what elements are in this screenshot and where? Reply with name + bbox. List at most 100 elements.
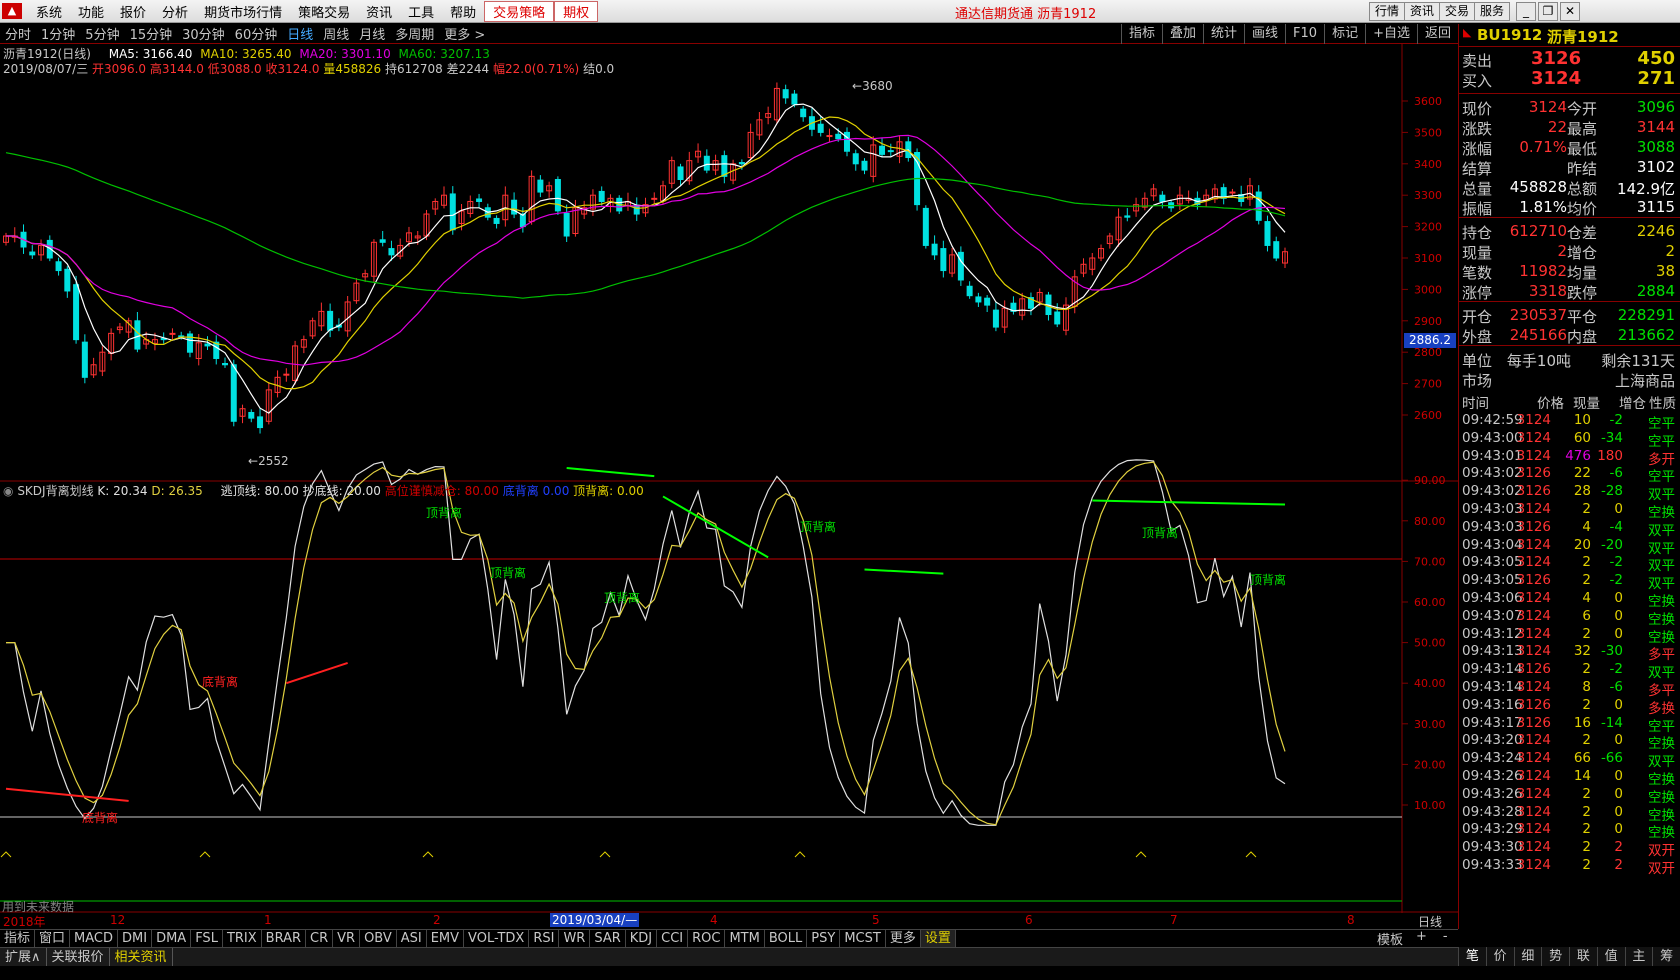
- tick-row[interactable]: 09:43:28 3124 2 0 空换: [1459, 804, 1680, 824]
- tick-row[interactable]: 09:43:05 3126 2 -2 双平: [1459, 572, 1680, 592]
- indicator-tab[interactable]: ROC: [688, 930, 726, 947]
- kline-chart[interactable]: 3600 3500 3400 3300 3200 3100 3000 2900 2800 2700…: [0, 44, 1458, 913]
- period-tab[interactable]: 1分钟: [36, 24, 80, 43]
- tick-row[interactable]: 09:43:16 3126 2 0 多换: [1459, 697, 1680, 717]
- btn-indicator[interactable]: 指标: [1120, 24, 1162, 44]
- indicator-tab[interactable]: BRAR: [262, 930, 307, 947]
- tick-row[interactable]: 09:43:14 3124 8 -6 多平: [1459, 679, 1680, 699]
- indicator-tab[interactable]: 窗口: [35, 930, 71, 947]
- period-tab[interactable]: 月线: [354, 24, 390, 43]
- period-tab[interactable]: 多周期: [390, 24, 439, 43]
- related-quote-tab[interactable]: 关联报价: [47, 948, 110, 966]
- tick-row[interactable]: 09:43:01 3124 476 180 多开: [1459, 448, 1680, 468]
- menu-strategy-trade[interactable]: 策略交易: [290, 2, 358, 21]
- zoom-out-button[interactable]: -: [1435, 929, 1456, 948]
- menu-options[interactable]: 期权: [554, 0, 599, 22]
- btn-draw[interactable]: 画线: [1244, 24, 1285, 44]
- tick-row[interactable]: 09:43:07 3124 6 0 空换: [1459, 608, 1680, 628]
- tick-row[interactable]: 09:43:05 3124 2 -2 双平: [1459, 554, 1680, 574]
- menu-system[interactable]: 系统: [28, 2, 70, 21]
- menu-analysis[interactable]: 分析: [154, 2, 196, 21]
- right-tab[interactable]: 价: [1485, 947, 1514, 966]
- right-tab[interactable]: 值: [1596, 947, 1625, 966]
- indicator-tab[interactable]: DMA: [152, 930, 192, 947]
- indicator-tab[interactable]: ASI: [397, 930, 427, 947]
- indicator-tab[interactable]: OBV: [360, 930, 397, 947]
- right-tab[interactable]: 联: [1569, 947, 1597, 966]
- indicator-tab[interactable]: 设置: [920, 930, 956, 947]
- tick-row[interactable]: 09:43:03 3126 4 -4 双平: [1459, 519, 1680, 539]
- indicator-tab[interactable]: SAR: [590, 930, 626, 947]
- indicator-tab[interactable]: KDJ: [626, 930, 658, 947]
- tick-row[interactable]: 09:43:13 3124 32 -30 多平: [1459, 643, 1680, 663]
- zoom-in-button[interactable]: +: [1408, 929, 1435, 948]
- menu-futures-market[interactable]: 期货市场行情: [196, 2, 290, 21]
- indicator-tab[interactable]: MCST: [840, 930, 886, 947]
- period-tab[interactable]: 周线: [318, 24, 354, 43]
- period-tab[interactable]: 60分钟: [230, 24, 283, 43]
- period-tab[interactable]: 分时: [0, 24, 36, 43]
- close-icon[interactable]: ✕: [1560, 2, 1580, 21]
- expand-tab[interactable]: 扩展∧: [0, 948, 47, 966]
- btn-trade[interactable]: 交易: [1439, 2, 1476, 21]
- related-news-tab[interactable]: 相关资讯: [110, 948, 173, 966]
- tick-row[interactable]: 09:42:59 3124 10 -2 空平: [1459, 412, 1680, 432]
- tick-row[interactable]: 09:43:24 3124 66 -66 双平: [1459, 750, 1680, 770]
- indicator-tab[interactable]: VR: [333, 930, 361, 947]
- btn-back[interactable]: 返回: [1416, 24, 1458, 44]
- indicator-tab[interactable]: BOLL: [765, 930, 808, 947]
- template-button[interactable]: 模板: [1372, 929, 1408, 948]
- tick-row[interactable]: 09:43:17 3126 16 -14 空平: [1459, 715, 1680, 735]
- btn-add-watch[interactable]: +自选: [1365, 24, 1417, 44]
- btn-overlay[interactable]: 叠加: [1161, 24, 1203, 44]
- right-tab[interactable]: 筹: [1652, 947, 1680, 966]
- indicator-tab[interactable]: WR: [559, 930, 591, 947]
- menu-trade-strategy[interactable]: 交易策略: [484, 0, 555, 22]
- indicator-tab[interactable]: MTM: [725, 930, 765, 947]
- indicator-tab[interactable]: DMI: [118, 930, 153, 947]
- btn-stats[interactable]: 统计: [1203, 24, 1244, 44]
- indicator-tab[interactable]: MACD: [70, 930, 118, 947]
- right-tab[interactable]: 细: [1513, 947, 1542, 966]
- period-tab-more[interactable]: 更多 >: [439, 24, 490, 43]
- indicator-tab[interactable]: FSL: [191, 930, 223, 947]
- indicator-tab[interactable]: CR: [306, 930, 334, 947]
- minimize-icon[interactable]: _: [1516, 2, 1536, 21]
- indicator-tab[interactable]: TRIX: [223, 930, 262, 947]
- tick-row[interactable]: 09:43:06 3124 4 0 空换: [1459, 590, 1680, 610]
- tick-row[interactable]: 09:43:12 3124 2 0 空换: [1459, 626, 1680, 646]
- btn-market[interactable]: 行情: [1369, 2, 1406, 21]
- right-tab[interactable]: 主: [1624, 947, 1653, 966]
- indicator-toggle-icon[interactable]: ◉: [3, 484, 13, 498]
- indicator-tab[interactable]: 更多: [886, 930, 921, 947]
- indicator-tab[interactable]: RSI: [529, 930, 560, 947]
- tick-row[interactable]: 09:43:26 3124 2 0 空换: [1459, 786, 1680, 806]
- indicator-tab[interactable]: PSY: [807, 930, 841, 947]
- tick-row[interactable]: 09:43:00 3124 60 -34 空平: [1459, 430, 1680, 450]
- indicator-tab[interactable]: VOL-TDX: [464, 930, 530, 947]
- indicator-tab[interactable]: 指标: [0, 930, 36, 947]
- tick-row[interactable]: 09:43:04 3124 20 -20 双平: [1459, 537, 1680, 557]
- tick-row[interactable]: 09:43:03 3124 2 0 空换: [1459, 501, 1680, 521]
- tick-row[interactable]: 09:43:02 3126 22 -6 空平: [1459, 465, 1680, 485]
- menu-help[interactable]: 帮助: [442, 2, 484, 21]
- btn-service[interactable]: 服务: [1474, 2, 1511, 21]
- period-tab[interactable]: 30分钟: [177, 24, 230, 43]
- tick-row[interactable]: 09:43:30 3124 2 2 双开: [1459, 839, 1680, 859]
- menu-quote[interactable]: 报价: [112, 2, 154, 21]
- tick-row[interactable]: 09:43:20 3124 2 0 空换: [1459, 732, 1680, 752]
- indicator-tab[interactable]: EMV: [427, 930, 465, 947]
- tick-row[interactable]: 09:43:26 3124 14 0 空换: [1459, 768, 1680, 788]
- btn-mark[interactable]: 标记: [1324, 24, 1365, 44]
- tick-row[interactable]: 09:43:02 3126 28 -28 双平: [1459, 483, 1680, 503]
- tick-row[interactable]: 09:43:29 3124 2 0 空换: [1459, 821, 1680, 841]
- right-tab[interactable]: 笔: [1458, 947, 1486, 966]
- tick-row[interactable]: 09:43:33 3124 2 2 双开: [1459, 857, 1680, 877]
- right-tab[interactable]: 势: [1541, 947, 1569, 966]
- tick-row[interactable]: 09:43:14 3126 2 -2 双平: [1459, 661, 1680, 681]
- menu-function[interactable]: 功能: [70, 2, 112, 21]
- menu-tools[interactable]: 工具: [400, 2, 442, 21]
- period-tab[interactable]: 15分钟: [125, 24, 178, 43]
- btn-news[interactable]: 资讯: [1404, 2, 1441, 21]
- period-tab[interactable]: 5分钟: [80, 24, 124, 43]
